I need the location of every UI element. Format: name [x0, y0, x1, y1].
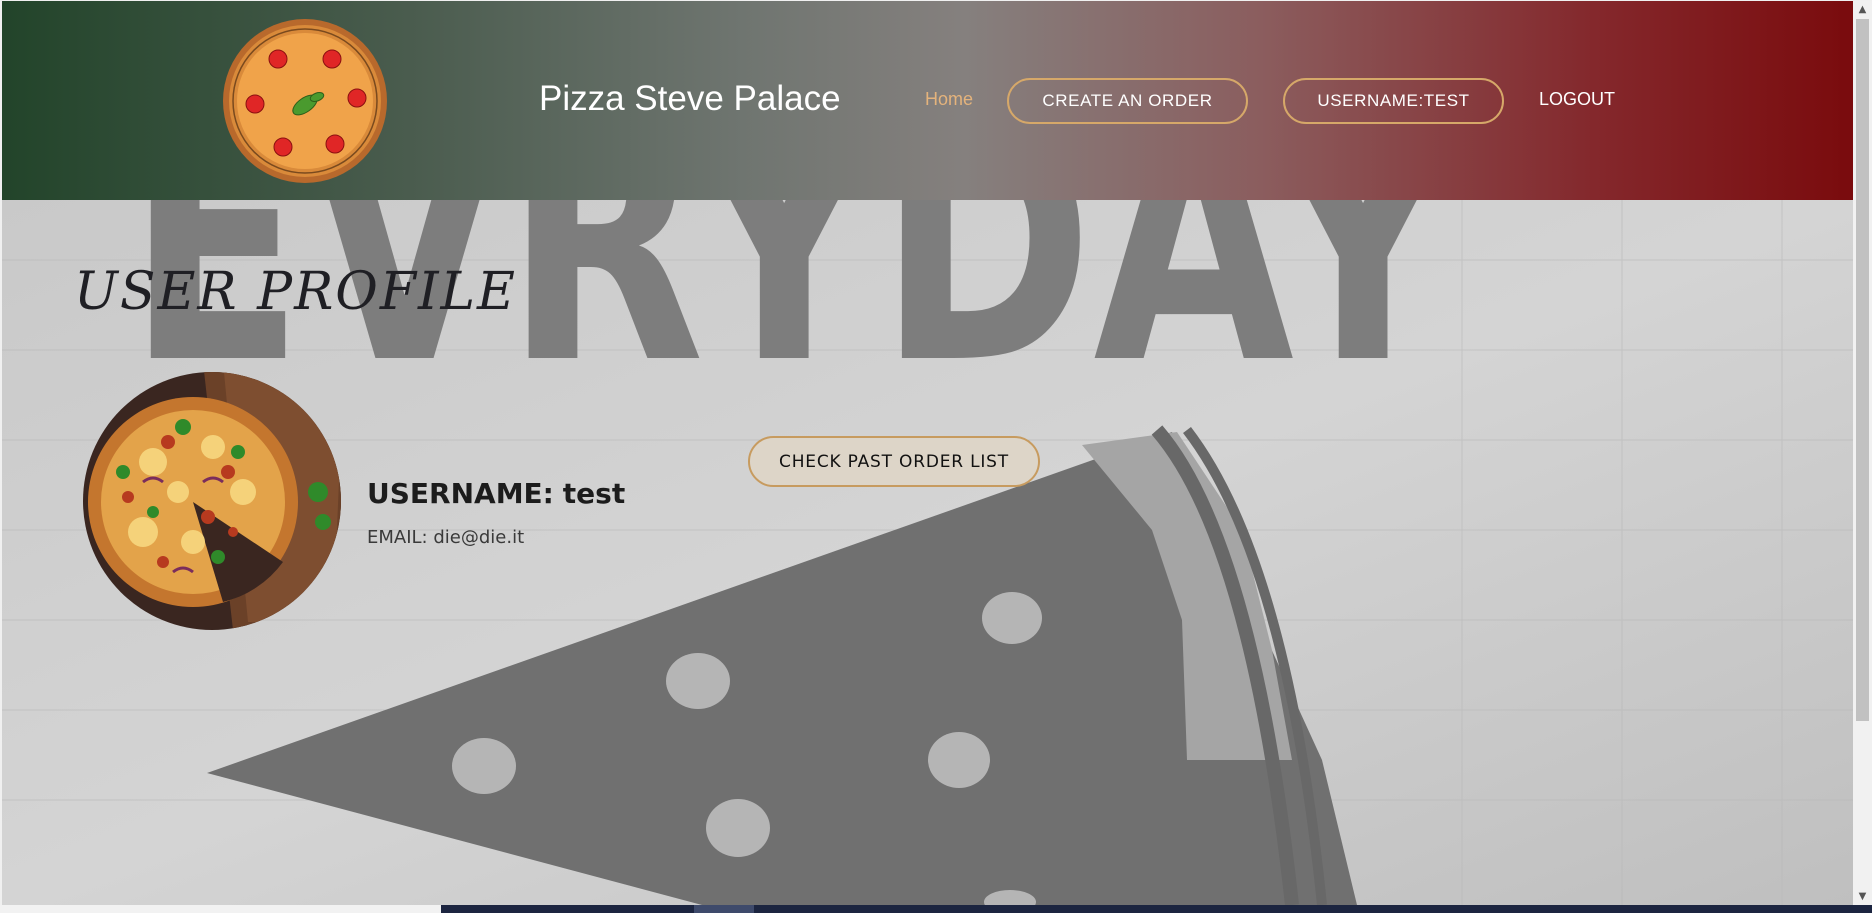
footer-edge-light — [0, 905, 441, 913]
create-order-button[interactable]: CREATE AN ORDER — [1007, 78, 1248, 124]
chevron-up-icon[interactable]: ▲ — [1853, 1, 1872, 18]
logout-link[interactable]: LOGOUT — [1539, 89, 1615, 110]
username-button[interactable]: USERNAME:TEST — [1283, 78, 1504, 124]
pizza-logo-icon[interactable] — [221, 17, 389, 185]
username-label: USERNAME: — [367, 477, 554, 510]
footer-edge — [0, 905, 1872, 913]
nav-home-link[interactable]: Home — [925, 89, 973, 110]
brand-title[interactable]: Pizza Steve Palace — [539, 79, 841, 119]
chevron-down-icon[interactable]: ▼ — [1853, 888, 1872, 905]
avatar — [83, 372, 341, 630]
scrollbar-thumb[interactable] — [1856, 19, 1869, 721]
vertical-scrollbar[interactable]: ▲ ▼ — [1853, 1, 1872, 905]
pizza-photo — [83, 372, 341, 630]
page-title: USER PROFILE — [74, 262, 517, 322]
check-past-orders-button[interactable]: CHECK PAST ORDER LIST — [748, 436, 1040, 487]
username-heading: USERNAME: test — [367, 477, 625, 510]
email-value: die@die.it — [433, 527, 525, 548]
email-label: EMAIL: — [367, 527, 428, 548]
email-text: EMAIL: die@die.it — [367, 527, 524, 548]
username-value: test — [562, 477, 626, 510]
site-header: Pizza Steve Palace Home CREATE AN ORDER … — [2, 1, 1853, 200]
footer-edge-mid — [694, 905, 754, 913]
